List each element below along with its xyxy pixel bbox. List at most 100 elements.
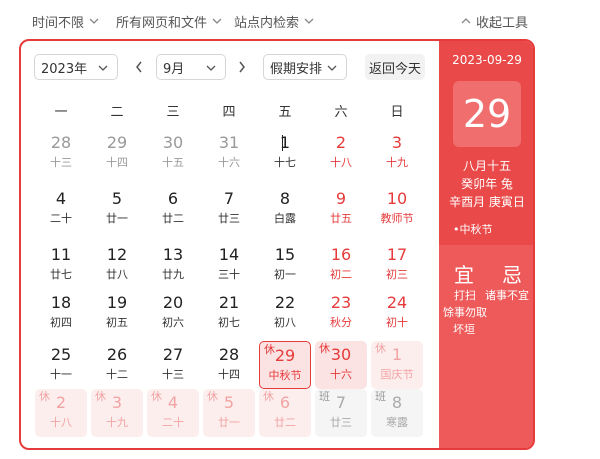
calendar-day[interactable]: 班 8 寒露 [371,389,423,437]
collapse-tools-button[interactable]: 收起工具 [460,12,528,31]
weekday-label: 五 [278,105,292,120]
calendar-day[interactable]: 14 三十 [203,241,255,289]
calendar-day[interactable]: 休 3 十九 [91,389,143,437]
calendar-day[interactable]: 28 十三 [35,129,87,177]
time-filter-dropdown[interactable]: 时间不限 [32,12,100,31]
day-number: 28 [218,345,240,364]
yi-item: 馀事勿取 [443,306,487,319]
back-to-today-label: 返回今天 [368,61,421,77]
lunar-label: 初五 [106,316,128,329]
selected-day-number: 29 [453,81,521,147]
lunar-label: 初八 [274,316,296,329]
day-number: 5 [111,189,123,208]
next-month-button[interactable] [234,57,250,77]
weekday-label: 六 [334,105,348,120]
lunar-label: 十九 [386,156,408,169]
chevron-down-icon [326,62,338,78]
calendar-day[interactable]: 29 十四 [91,129,143,177]
calendar-day[interactable]: 休 1 国庆节 [371,341,423,389]
month-select[interactable]: 9月 [156,54,226,80]
holiday-schedule-select[interactable]: 假期安排 [263,54,347,80]
calendar-day[interactable]: 10 教师节 [371,185,423,233]
time-filter-label: 时间不限 [32,15,85,31]
day-number: 9 [335,189,347,208]
lunar-label: 十九 [106,416,128,429]
day-number: 1 [279,133,291,152]
back-to-today-button[interactable]: 返回今天 [365,54,425,80]
calendar-day[interactable]: 休 6 廿二 [259,389,311,437]
prev-month-button[interactable] [131,57,147,77]
calendar-day[interactable]: 31 十六 [203,129,255,177]
calendar-day[interactable]: 9 廿五 [315,185,367,233]
calendar-day[interactable]: 27 十三 [147,341,199,389]
calendar-day[interactable]: 12 廿八 [91,241,143,289]
calendar-day[interactable]: 24 初十 [371,289,423,337]
calendar-day[interactable]: 26 十二 [91,341,143,389]
day-number: 6 [279,393,291,412]
calendar-day[interactable]: 休 30 十六 [315,341,367,389]
year-select[interactable]: 2023年 [34,54,118,80]
lunar-date: 八月十五 [462,159,511,173]
calendar-day[interactable]: 21 初七 [203,289,255,337]
scope-filter-label: 所有网页和文件 [116,15,208,31]
chevron-down-icon [97,62,109,78]
calendar-day[interactable]: 28 十四 [203,341,255,389]
day-number: 10 [386,189,408,208]
calendar-day[interactable]: 23 秋分 [315,289,367,337]
lunar-label: 十五 [162,156,184,169]
calendar-day[interactable]: 19 初五 [91,289,143,337]
day-number: 25 [50,345,72,364]
day-number: 29 [106,133,128,152]
calendar-day[interactable]: 17 初三 [371,241,423,289]
chevron-down-icon [205,62,217,78]
calendar-day[interactable]: 3 十九 [371,129,423,177]
day-number: 27 [162,345,184,364]
lunar-label: 十三 [50,156,72,169]
calendar-day[interactable]: 15 初一 [259,241,311,289]
weekday-label: 日 [390,105,404,120]
day-number: 28 [50,133,72,152]
day-number: 22 [274,293,296,312]
calendar-day[interactable]: 休 2 十八 [35,389,87,437]
calendar-day[interactable]: 休 29 中秋节 [259,341,311,389]
yi-heading: 宜 [454,263,474,287]
calendar-day[interactable]: 2 十八 [315,129,367,177]
calendar-day[interactable]: 18 初四 [35,289,87,337]
day-number: 31 [218,133,240,152]
scope-filter-dropdown[interactable]: 所有网页和文件 [116,12,223,31]
calendar-day[interactable]: 6 廿二 [147,185,199,233]
lunar-label: 廿七 [50,268,72,281]
calendar-day[interactable]: 22 初八 [259,289,311,337]
calendar-day[interactable]: 20 初六 [147,289,199,337]
day-number: 13 [162,245,184,264]
calendar-day[interactable]: 4 二十 [35,185,87,233]
calendar-day[interactable]: 班 7 廿三 [315,389,367,437]
calendar-day[interactable]: 16 初二 [315,241,367,289]
calendar-day[interactable]: 1 十七 [259,129,311,177]
calendar-day[interactable]: 8 白露 [259,185,311,233]
lunar-label: 初六 [162,316,184,329]
festival-label: •中秋节 [453,223,493,236]
lunar-label: 二十 [162,416,184,429]
calendar-day[interactable]: 25 十一 [35,341,87,389]
lunar-label: 初四 [50,316,72,329]
day-number: 15 [274,245,296,264]
day-number: 19 [106,293,128,312]
calendar-day[interactable]: 11 廿七 [35,241,87,289]
selected-date: 2023-09-29 [452,53,522,67]
calendar-day[interactable]: 5 廿一 [91,185,143,233]
calendar-day[interactable]: 休 5 廿一 [203,389,255,437]
lunar-label: 二十 [50,212,72,225]
lunar-label: 廿一 [218,416,240,429]
lunar-label: 初二 [330,268,352,281]
lunar-label: 廿八 [106,268,128,281]
calendar-day[interactable]: 13 廿九 [147,241,199,289]
calendar-day[interactable]: 30 十五 [147,129,199,177]
site-search-dropdown[interactable]: 站点内检索 [234,12,315,31]
lunar-label: 秋分 [330,316,352,329]
lunar-label: 十一 [50,368,72,381]
calendar-day[interactable]: 休 4 二十 [147,389,199,437]
lunar-label: 廿五 [330,212,352,225]
calendar-day[interactable]: 7 廿三 [203,185,255,233]
chevron-down-icon [88,15,100,27]
